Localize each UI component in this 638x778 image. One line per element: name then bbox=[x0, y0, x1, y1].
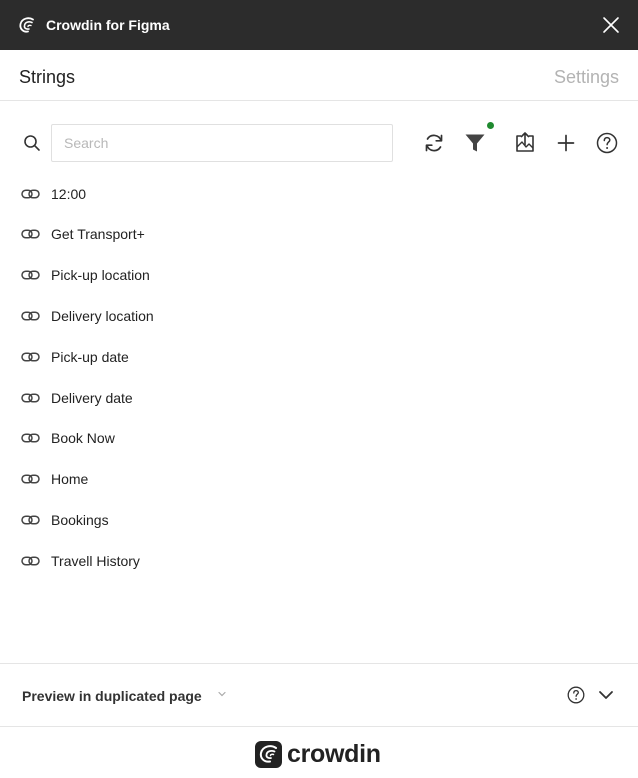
list-item[interactable]: Pick-up date bbox=[0, 336, 638, 377]
chevron-down-icon[interactable] bbox=[597, 686, 615, 704]
refresh-icon bbox=[425, 134, 443, 152]
tab-bar: Strings Settings bbox=[0, 50, 638, 101]
list-item[interactable]: Travell History bbox=[0, 540, 638, 581]
list-item[interactable]: Home bbox=[0, 459, 638, 500]
chevron-down-icon[interactable] bbox=[217, 689, 227, 699]
list-item[interactable]: Delivery location bbox=[0, 295, 638, 336]
export-button[interactable] bbox=[513, 131, 537, 155]
link-icon bbox=[21, 270, 40, 280]
help-icon bbox=[596, 132, 618, 154]
link-icon bbox=[21, 515, 40, 525]
tab-strings[interactable]: Strings bbox=[19, 66, 75, 88]
string-label: Travell History bbox=[51, 552, 140, 569]
link-icon bbox=[21, 229, 40, 239]
search-icon bbox=[24, 135, 40, 151]
refresh-button[interactable] bbox=[422, 131, 446, 155]
link-icon bbox=[21, 556, 40, 566]
tab-settings[interactable]: Settings bbox=[554, 66, 619, 88]
string-label: Home bbox=[51, 471, 89, 488]
list-item[interactable]: Book Now bbox=[0, 418, 638, 459]
help-icon[interactable] bbox=[566, 685, 586, 705]
link-icon bbox=[21, 474, 40, 484]
crowdin-wordmark: crowdin bbox=[287, 740, 381, 768]
crowdin-logo-icon bbox=[19, 17, 34, 33]
window-title: Crowdin for Figma bbox=[46, 17, 170, 33]
string-label: Bookings bbox=[51, 511, 109, 528]
string-label: Pick-up location bbox=[51, 267, 150, 284]
link-icon bbox=[21, 392, 40, 403]
list-item[interactable]: Pick-up location bbox=[0, 255, 638, 296]
string-label: Delivery date bbox=[51, 389, 133, 406]
list-item[interactable]: 12:00 bbox=[0, 173, 638, 214]
title-bar: Crowdin for Figma bbox=[0, 0, 638, 50]
list-item[interactable]: Get Transport+ bbox=[0, 214, 638, 255]
preview-dropdown-label[interactable]: Preview in duplicated page bbox=[22, 687, 202, 705]
string-label: Pick-up date bbox=[51, 348, 129, 365]
add-icon bbox=[557, 134, 575, 152]
link-icon bbox=[21, 311, 40, 321]
filter-button[interactable] bbox=[463, 131, 487, 155]
add-button[interactable] bbox=[554, 131, 578, 155]
filter-icon bbox=[465, 134, 485, 152]
crowdin-logo-icon bbox=[255, 740, 282, 768]
export-icon bbox=[516, 132, 534, 152]
string-label: Get Transport+ bbox=[51, 226, 145, 243]
close-icon[interactable] bbox=[601, 15, 621, 35]
string-label: 12:00 bbox=[51, 185, 87, 202]
list-item[interactable]: Delivery date bbox=[0, 377, 638, 418]
list-item[interactable]: Bookings bbox=[0, 499, 638, 540]
filter-active-indicator bbox=[487, 122, 494, 129]
search-input[interactable] bbox=[51, 124, 393, 162]
help-button[interactable] bbox=[595, 131, 619, 155]
link-icon bbox=[21, 188, 40, 199]
preview-bar: Preview in duplicated page bbox=[0, 663, 638, 727]
string-label: Book Now bbox=[51, 430, 115, 447]
link-icon bbox=[21, 433, 40, 443]
link-icon bbox=[21, 352, 40, 362]
string-label: Delivery location bbox=[51, 307, 154, 324]
crowdin-brand: crowdin bbox=[255, 739, 381, 769]
